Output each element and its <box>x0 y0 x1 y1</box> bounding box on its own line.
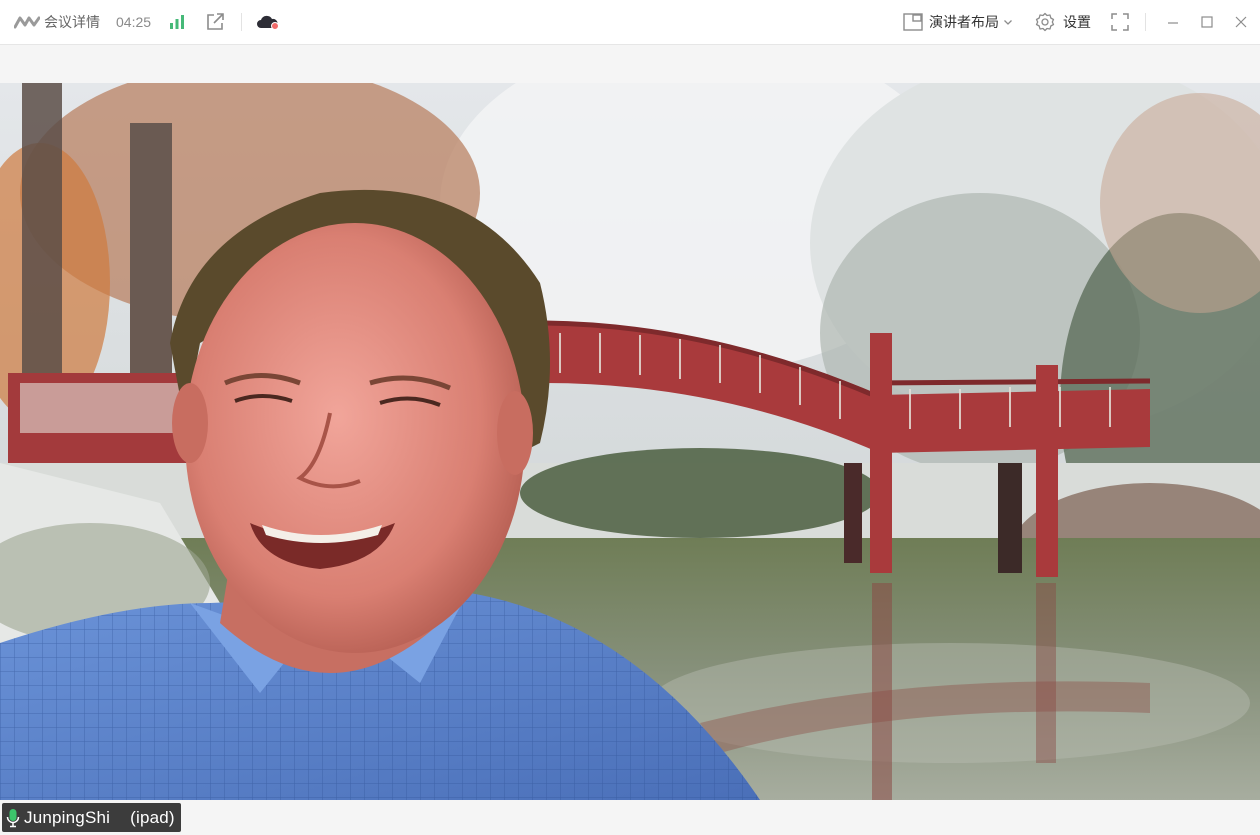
external-link-icon[interactable] <box>205 12 225 32</box>
meeting-details-link[interactable]: 会议详情 <box>44 12 100 32</box>
close-button[interactable] <box>1234 15 1248 29</box>
title-bar-left: 会议详情 04:25 <box>0 12 280 32</box>
speaker-layout-label: 演讲者布局 <box>929 14 999 30</box>
microphone-icon <box>6 808 20 827</box>
minimize-icon <box>1168 22 1178 24</box>
window-controls-separator <box>1145 13 1146 31</box>
maximize-button[interactable] <box>1200 15 1214 29</box>
maximize-icon <box>1201 16 1213 28</box>
title-separator <box>241 13 243 31</box>
settings-button[interactable]: 设置 <box>1035 12 1091 32</box>
speaker-device: (ipad) <box>130 807 175 827</box>
minimize-button[interactable] <box>1166 15 1180 29</box>
tencent-meeting-logo-icon <box>14 16 40 29</box>
meeting-timer: 04:25 <box>116 14 152 30</box>
signal-bars-icon[interactable] <box>169 14 185 30</box>
chevron-down-icon <box>1004 20 1012 25</box>
fullscreen-icon[interactable] <box>1111 13 1129 31</box>
speaker-name: JunpingShi <box>24 807 111 827</box>
video-frame-image <box>0 83 1260 800</box>
speaker-video[interactable] <box>0 83 1260 800</box>
layout-icon <box>903 13 923 31</box>
gear-icon <box>1035 12 1055 32</box>
title-bar-right: 演讲者布局 设置 <box>903 12 1260 32</box>
speaker-layout-button[interactable]: 演讲者布局 <box>903 12 1013 32</box>
title-bar: 会议详情 04:25 演讲者布局 设置 <box>0 0 1260 45</box>
cloud-recording-icon[interactable] <box>256 13 280 31</box>
settings-label: 设置 <box>1063 14 1091 30</box>
speaker-name-tag: JunpingShi (ipad) <box>2 803 181 832</box>
close-icon <box>1235 16 1247 28</box>
